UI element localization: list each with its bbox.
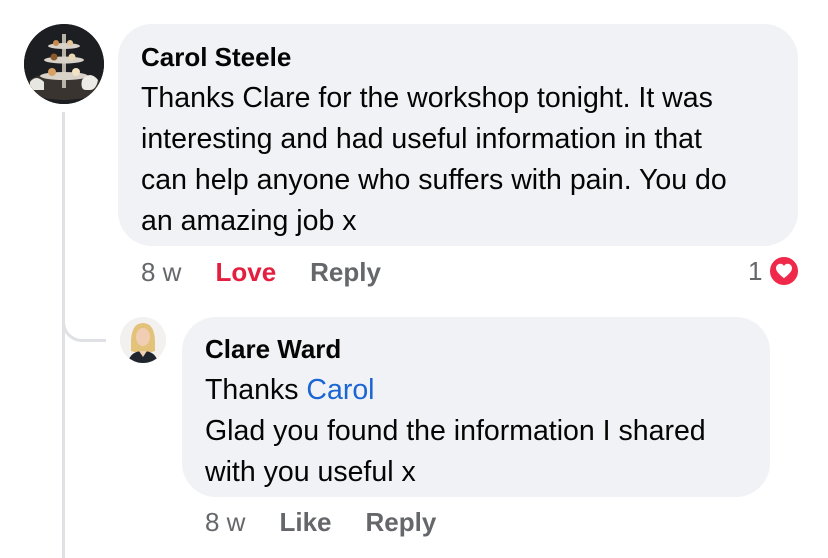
comment-line: can help anyone who suffers with pain. Y… xyxy=(141,164,727,196)
reply-actions: 8 w Like Reply xyxy=(205,507,470,537)
avatar-clare-ward[interactable] xyxy=(120,317,166,363)
reply-timestamp[interactable]: 8 w xyxy=(205,507,245,537)
comment-author-name[interactable]: Carol Steele xyxy=(141,42,774,72)
profile-photo xyxy=(120,317,166,363)
reaction-summary[interactable]: 1 xyxy=(748,255,801,287)
reaction-count: 1 xyxy=(748,255,763,286)
comment-line: an amazing job x xyxy=(141,205,357,237)
comment-actions: 8 w Love Reply xyxy=(141,257,415,287)
reply-connector-curve xyxy=(62,296,106,342)
thread-connector-line xyxy=(62,112,65,558)
reply-line: Glad you found the information I shared xyxy=(205,415,706,447)
mention-link-carol[interactable]: Carol xyxy=(306,374,374,406)
afternoon-tea-photo xyxy=(24,24,104,104)
comment-text: Thanks Clare for the workshop tonight. I… xyxy=(141,78,774,242)
comment-line: Thanks Clare for the workshop tonight. I… xyxy=(141,82,713,114)
comment-line: interesting and had useful information i… xyxy=(141,123,702,155)
reply-button[interactable]: Reply xyxy=(310,257,381,287)
comment-bubble: Carol Steele Thanks Clare for the worksh… xyxy=(118,24,798,246)
reply-bubble: Clare Ward Thanks Carol Glad you found t… xyxy=(182,317,770,497)
like-button[interactable]: Like xyxy=(279,507,331,537)
avatar-carol-steele[interactable] xyxy=(24,24,104,104)
love-reaction-button[interactable]: Love xyxy=(215,257,276,287)
reply-button[interactable]: Reply xyxy=(366,507,437,537)
heart-icon xyxy=(768,255,801,287)
reply-text: Thanks Carol Glad you found the informat… xyxy=(205,370,746,493)
comment-timestamp[interactable]: 8 w xyxy=(141,257,181,287)
comment-thread: Carol Steele Thanks Clare for the worksh… xyxy=(0,0,828,558)
reply-thanks-text: Thanks xyxy=(205,374,307,406)
reply-author-name[interactable]: Clare Ward xyxy=(205,334,746,364)
reply-line: with you useful x xyxy=(205,456,416,488)
